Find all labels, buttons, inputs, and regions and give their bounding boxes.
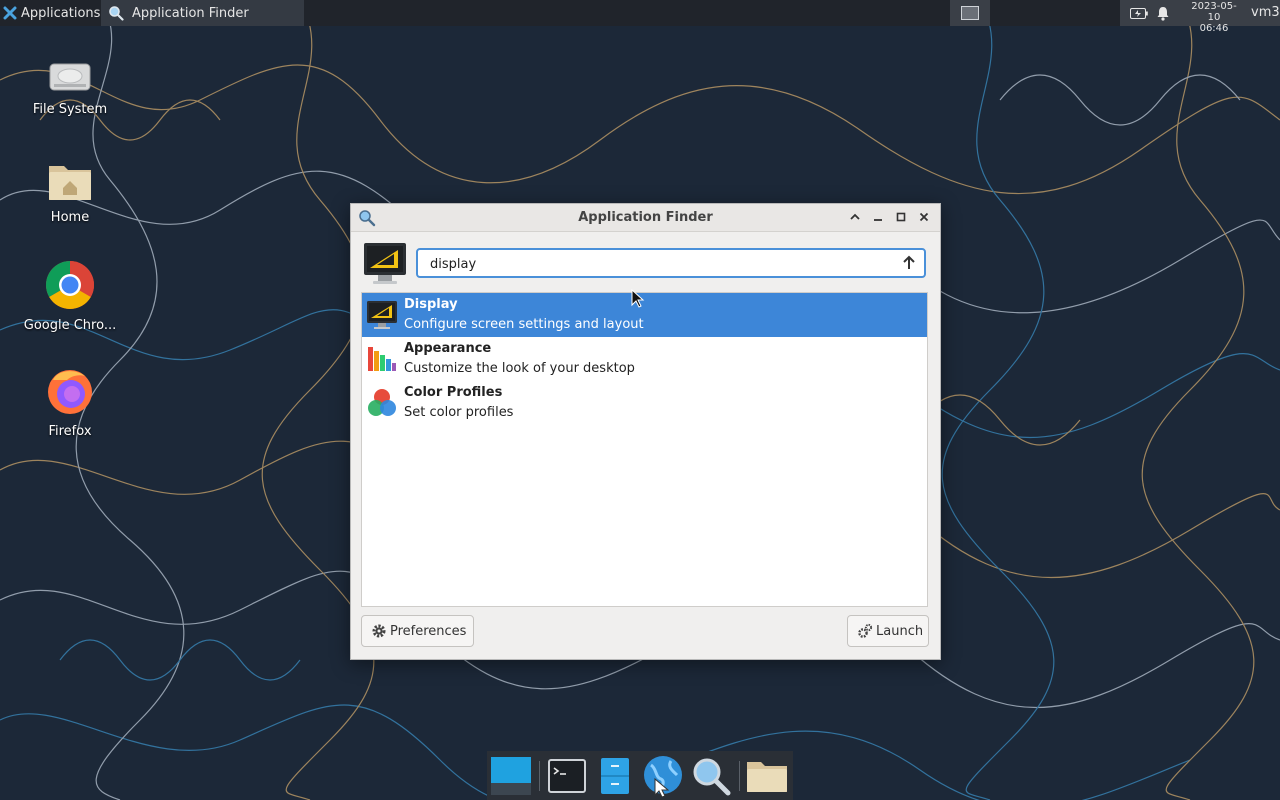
drive-icon (49, 63, 91, 91)
launch-button[interactable]: Launch (847, 615, 929, 647)
dock-folder[interactable] (745, 755, 789, 797)
launch-label: Launch (876, 623, 924, 639)
desktop-icon-home[interactable]: Home (20, 160, 120, 225)
chevron-up-icon (850, 213, 860, 220)
dock-show-desktop[interactable] (489, 755, 533, 797)
result-item-appearance[interactable]: Appearance Customize the look of your de… (362, 337, 927, 381)
preferences-label: Preferences (390, 623, 467, 639)
result-name: Appearance (404, 341, 492, 356)
dock-file-cabinet[interactable] (593, 755, 637, 797)
maximize-button[interactable] (893, 209, 909, 225)
clock-date: 2023-05-10 (1191, 1, 1237, 23)
desktop-icon-firefox[interactable]: Firefox (20, 366, 120, 439)
dock-web-browser[interactable] (641, 755, 685, 797)
dock-separator (739, 761, 740, 791)
preferences-button[interactable]: Preferences (361, 615, 474, 647)
desktop-icon-label: Home (50, 210, 90, 225)
taskbar-app-finder-label: Application Finder (132, 5, 249, 21)
results-list: Display Configure screen settings and la… (361, 292, 928, 607)
workspace-1[interactable] (961, 6, 979, 20)
magnifier-icon (109, 6, 124, 21)
display-icon (367, 301, 397, 329)
folder-icon (747, 762, 787, 792)
search-input[interactable] (430, 255, 890, 273)
desktop-icon-label: File System (32, 102, 108, 117)
maximize-icon (896, 212, 906, 222)
desktop-icon-label: Firefox (48, 424, 92, 439)
close-icon (919, 212, 929, 222)
firefox-icon (48, 370, 92, 414)
color-profiles-icon (368, 389, 396, 416)
result-name: Display (404, 297, 458, 312)
dock-terminal[interactable] (545, 755, 589, 797)
minimize-button[interactable] (870, 209, 886, 225)
appearance-icon (368, 347, 396, 371)
desktop-icon-file-system[interactable]: File System (20, 56, 120, 117)
terminal-icon (548, 759, 586, 793)
notification-bell-icon[interactable] (1156, 6, 1170, 21)
dock-app-finder[interactable] (689, 755, 733, 797)
search-field[interactable] (416, 248, 926, 278)
result-item-color-profiles[interactable]: Color Profiles Set color profiles (362, 381, 927, 425)
panel-clock[interactable]: 2023-05-10 06:46 (1186, 1, 1242, 34)
battery-icon[interactable] (1130, 8, 1148, 19)
display-icon (364, 243, 406, 284)
bottom-dock (487, 751, 793, 800)
workspace-switcher[interactable] (950, 0, 990, 26)
result-description: Customize the look of your desktop (404, 361, 635, 376)
close-button[interactable] (916, 209, 932, 225)
result-description: Set color profiles (404, 405, 514, 420)
file-cabinet-icon (601, 758, 629, 794)
app-finder-icon (693, 758, 731, 796)
clear-search-icon[interactable] (902, 255, 916, 271)
chrome-icon (45, 261, 95, 310)
mouse-cursor-icon (631, 289, 645, 308)
show-desktop-icon (491, 757, 531, 795)
web-browser-icon (644, 756, 682, 797)
dock-separator (539, 761, 540, 791)
user-menu[interactable]: vm3 (1251, 5, 1280, 20)
launch-gears-icon (858, 623, 873, 638)
home-folder-icon (49, 166, 91, 200)
application-finder-window: Application Finder display Display Confi… (350, 203, 941, 660)
window-titlebar[interactable]: Application Finder (351, 204, 940, 232)
applications-menu-button[interactable]: Applications (0, 0, 104, 26)
minimize-icon (874, 219, 882, 221)
desktop-icon-google-chrome[interactable]: Google Chro... (20, 260, 120, 333)
shade-button[interactable] (847, 209, 863, 225)
result-description: Configure screen settings and layout (404, 317, 644, 332)
top-panel: Applications Application Finder 2023-05-… (0, 0, 1280, 34)
taskbar-app-finder-button[interactable]: Application Finder (101, 0, 304, 26)
clock-time: 06:46 (1199, 23, 1229, 34)
applications-menu-label: Applications (21, 5, 101, 21)
result-name: Color Profiles (404, 385, 503, 400)
gear-icon (372, 624, 386, 638)
xfce-logo-icon (3, 6, 17, 20)
desktop-icon-label: Google Chro... (23, 318, 117, 333)
